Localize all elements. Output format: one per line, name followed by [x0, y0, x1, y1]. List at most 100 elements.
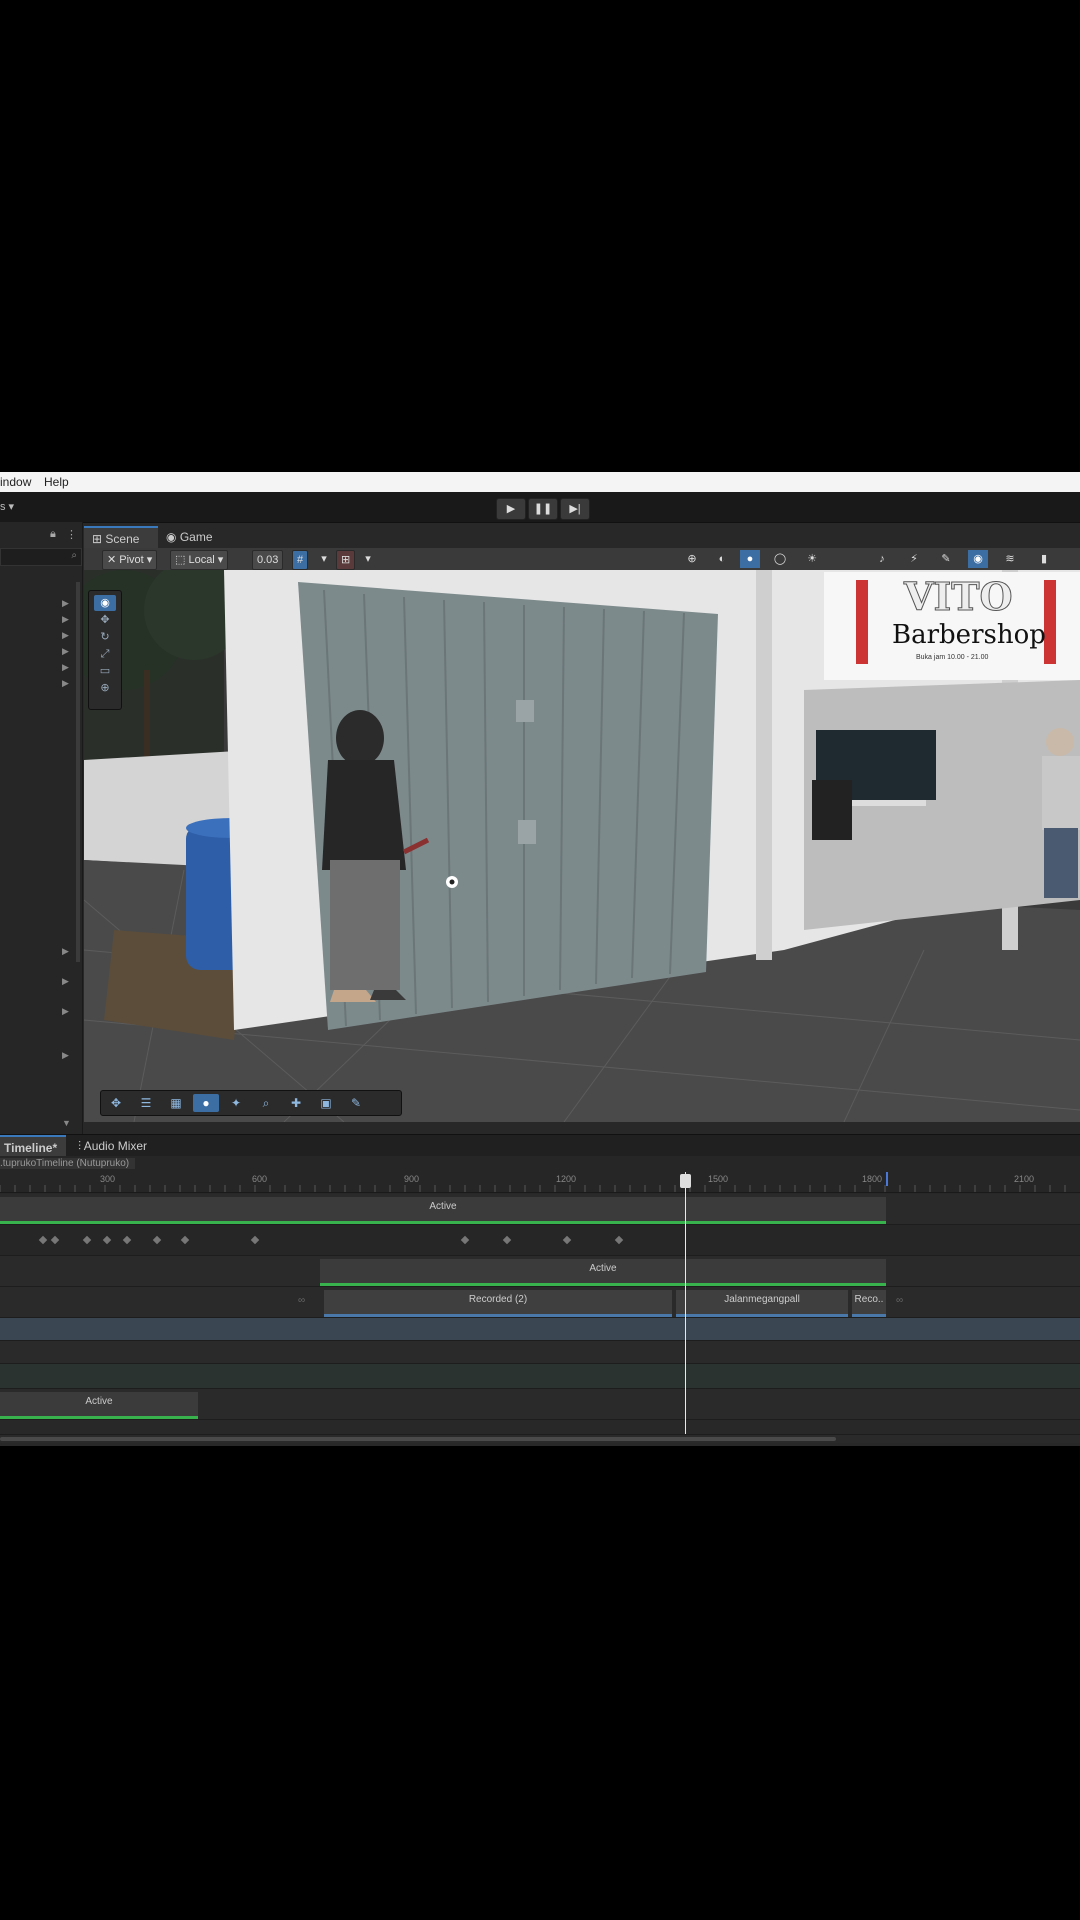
shaded-mode-icon[interactable]: ●	[740, 550, 760, 568]
expand-arrow-icon[interactable]: ▶	[62, 678, 69, 689]
expand-arrow-icon[interactable]: ▶	[62, 1006, 69, 1017]
view-tool-icon[interactable]: ◉	[94, 595, 116, 611]
playhead-line[interactable]	[685, 1172, 686, 1434]
timeline-track	[0, 1364, 1080, 1389]
keyframe[interactable]	[250, 1235, 260, 1245]
timeline-track: Active	[0, 1389, 1080, 1420]
expand-arrow-icon[interactable]: ▶	[62, 946, 69, 957]
expand-arrow-icon[interactable]: ▶	[62, 598, 69, 609]
grid-icon[interactable]: ▦	[163, 1094, 189, 1112]
keyframe[interactable]	[562, 1235, 572, 1245]
pan-icon[interactable]: ✚	[283, 1094, 309, 1112]
camera-icon[interactable]: ▮	[1034, 550, 1054, 568]
dropdown-arrow-icon[interactable]: ▾	[358, 550, 378, 568]
menu-help[interactable]: Help	[44, 475, 69, 489]
hierarchy-search-input[interactable]: ⌕	[0, 548, 82, 566]
keyframe[interactable]	[460, 1235, 470, 1245]
infinity-icon: ∞	[896, 1295, 904, 1306]
hierarchy-scrollbar[interactable]	[76, 582, 80, 962]
dropdown-arrow-icon[interactable]: ▾	[314, 550, 334, 568]
scale-tool-icon[interactable]: ⤢	[94, 646, 116, 662]
activation-clip[interactable]: Active	[0, 1392, 198, 1419]
orientation-gizmo-icon[interactable]: ⊕	[682, 550, 702, 568]
expand-arrow-icon[interactable]: ▶	[62, 1050, 69, 1061]
tick-label: 300	[100, 1174, 116, 1184]
infinity-icon: ∞	[298, 1295, 306, 1306]
tick-label: 1200	[556, 1174, 577, 1184]
timeline-horizontal-scrollbar[interactable]	[0, 1434, 1080, 1443]
expand-arrow-icon[interactable]: ▶	[62, 630, 69, 641]
tab-game[interactable]: ◉ Game	[158, 526, 230, 548]
more-icon[interactable]: ⋮	[66, 528, 77, 541]
lighting-icon[interactable]: ☀	[802, 550, 822, 568]
layers-icon[interactable]: ≋	[1000, 550, 1020, 568]
grid-snap-button[interactable]: #	[292, 550, 309, 570]
keyframe[interactable]	[614, 1235, 624, 1245]
magnifier-icon[interactable]: ⌕	[253, 1094, 279, 1112]
animation-clip[interactable]: Reco..	[852, 1290, 886, 1317]
brush-icon[interactable]: ✎	[343, 1094, 369, 1112]
local-dropdown[interactable]: ⬚ Local ▾	[170, 550, 229, 570]
timeline-end-marker[interactable]	[886, 1172, 888, 1186]
keyframe[interactable]	[38, 1235, 48, 1245]
tools-icon[interactable]: ✎	[936, 550, 956, 568]
playhead-handle[interactable]	[680, 1174, 691, 1188]
snap-value-field[interactable]: 0.03	[252, 550, 284, 570]
sliders-icon[interactable]: ☰	[133, 1094, 159, 1112]
lock-icon[interactable]: 🔒︎	[50, 528, 56, 541]
scene-toolbar: ✕ Pivot ▾ ⬚ Local ▾ 0.03 # ▾ ⊞ ▾ ⊕ ◐ ● ◯…	[84, 548, 1080, 571]
shading-mode-icon[interactable]: ◐	[712, 550, 732, 568]
timeline-track: Active	[0, 1194, 1080, 1225]
transform-tool-icon[interactable]: ⊕	[94, 680, 116, 696]
increment-snap-button[interactable]: ⊞	[336, 550, 356, 570]
keyframe[interactable]	[502, 1235, 512, 1245]
keyframe[interactable]	[122, 1235, 132, 1245]
scrollbar-thumb[interactable]	[0, 1437, 836, 1441]
tick-label: 600	[252, 1174, 268, 1184]
move-gizmo-icon[interactable]: ✥	[103, 1094, 129, 1112]
sphere-icon[interactable]: ●	[193, 1094, 219, 1112]
expand-arrow-icon[interactable]: ▶	[62, 614, 69, 625]
tab-audio-mixer[interactable]: ⫶ Audio Mixer	[70, 1135, 155, 1157]
animation-clip[interactable]: Recorded (2)	[324, 1290, 672, 1317]
tick-label: 1800	[862, 1174, 883, 1184]
effects-icon[interactable]: ⚡	[904, 550, 924, 568]
expand-arrow-icon[interactable]: ▶	[62, 662, 69, 673]
expand-arrow-icon[interactable]: ▶	[62, 646, 69, 657]
keyframe[interactable]	[50, 1235, 60, 1245]
visibility-icon[interactable]: ◉	[968, 550, 988, 568]
animation-clip[interactable]: Jalanmegangpall	[676, 1290, 848, 1317]
local-icon: ⬚	[175, 554, 189, 566]
layout-dropdown[interactable]: s ▾	[0, 500, 14, 513]
camera-preview-icon[interactable]: ▣	[313, 1094, 339, 1112]
menu-window[interactable]: indow	[0, 475, 31, 489]
timeline-track	[0, 1225, 1080, 1256]
play-button[interactable]: ▶	[496, 498, 526, 520]
activation-clip[interactable]: Active	[320, 1259, 886, 1286]
expand-arrow-icon[interactable]: ▼	[62, 1118, 71, 1128]
scene-viewport[interactable]: VITO Barbershop Buka jam 10.00 - 21.00 ◉…	[84, 570, 1080, 1122]
keyframe[interactable]	[102, 1235, 112, 1245]
wireframe-icon[interactable]: ◯	[770, 550, 790, 568]
tick-label: 2100	[1014, 1174, 1035, 1184]
timeline-ruler[interactable]: 300 600 900 1200 1500 1800 2100	[0, 1172, 1080, 1193]
keyframe[interactable]	[152, 1235, 162, 1245]
expand-arrow-icon[interactable]: ▶	[62, 976, 69, 987]
rect-tool-icon[interactable]: ▭	[94, 663, 116, 679]
sign-small-text: Buka jam 10.00 - 21.00	[916, 654, 989, 661]
move-tool-icon[interactable]: ✥	[94, 612, 116, 628]
search-icon: ⌕	[71, 550, 77, 561]
paint-icon[interactable]: ✦	[223, 1094, 249, 1112]
tab-scene[interactable]: ⊞ Scene	[84, 526, 158, 550]
pause-button[interactable]: ❚❚	[528, 498, 558, 520]
pivot-dropdown[interactable]: ✕ Pivot ▾	[102, 550, 158, 570]
activation-clip[interactable]: Active	[0, 1197, 886, 1224]
step-button[interactable]: ▶|	[560, 498, 590, 520]
tick-label: 900	[404, 1174, 420, 1184]
rotate-tool-icon[interactable]: ↻	[94, 629, 116, 645]
gamepad-icon: ◉	[166, 530, 180, 544]
audio-toggle-icon[interactable]: ♪	[872, 550, 892, 568]
tick-label: 1500	[708, 1174, 729, 1184]
keyframe[interactable]	[82, 1235, 92, 1245]
keyframe[interactable]	[180, 1235, 190, 1245]
